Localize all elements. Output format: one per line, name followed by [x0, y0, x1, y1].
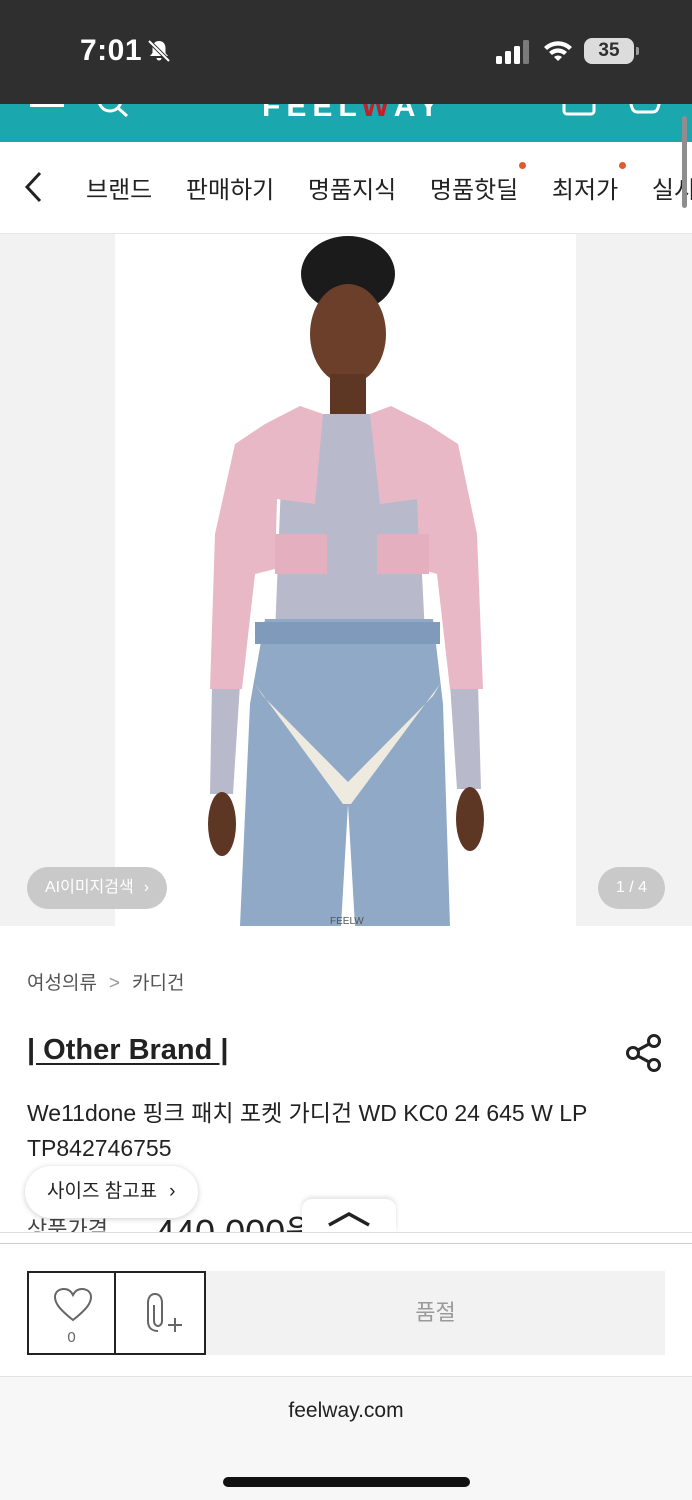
model-illustration: FEELW — [208, 236, 484, 926]
bell-slash-icon — [147, 39, 171, 63]
paperclip-plus-icon — [147, 1292, 182, 1332]
category-item-brand[interactable]: 브랜드 — [86, 170, 152, 205]
category-item-sell[interactable]: 판매하기 — [186, 170, 274, 205]
category-item-lowest-price[interactable]: 최저가 — [552, 162, 627, 205]
product-photo[interactable]: FEELW — [115, 234, 576, 926]
browser-toolbar: feelway.com — [0, 1376, 692, 1500]
ai-image-search-button[interactable]: AI이미지검색 › — [27, 867, 168, 909]
menu-icon[interactable] — [30, 104, 66, 118]
soldout-button[interactable]: 품절 — [206, 1271, 665, 1355]
breadcrumb-item[interactable]: 여성의류 — [27, 973, 97, 994]
status-bar: 7:01 35 — [0, 0, 692, 104]
signal-icon — [496, 40, 529, 64]
breadcrumb: 여성의류 > 카디건 — [27, 968, 184, 995]
image-counter: 1 / 4 — [598, 867, 665, 909]
status-time: 7:01 — [80, 34, 143, 67]
product-title: We11done 핑크 패치 포켓 가디건 WD KC0 24 645 W LP… — [27, 1100, 587, 1161]
category-list: 브랜드 판매하기 명품지식 명품핫딜 최저가 실시간 — [86, 162, 692, 205]
like-button[interactable]: 0 — [27, 1271, 116, 1355]
category-item-knowledge[interactable]: 명품지식 — [308, 170, 396, 205]
wifi-icon — [544, 41, 572, 61]
category-nav: 브랜드 판매하기 명품지식 명품핫딜 최저가 실시간 — [0, 142, 692, 234]
new-dot — [619, 162, 627, 169]
expand-toggle-button[interactable] — [302, 1199, 396, 1233]
back-chevron-icon[interactable] — [22, 170, 46, 204]
watermark: FEELW — [330, 916, 364, 926]
chevron-right-icon: › — [143, 879, 150, 896]
chevron-up-icon — [328, 1212, 370, 1227]
share-icon[interactable] — [624, 1033, 664, 1073]
app-header: FEELWAY — [0, 104, 692, 142]
product-image-carousel[interactable]: FEELW AI이미지검색 › 1 / 4 — [0, 234, 692, 926]
add-to-wishlist-button[interactable] — [114, 1271, 206, 1355]
heart-icon — [53, 1287, 93, 1322]
new-dot — [519, 162, 527, 169]
scrollbar[interactable] — [682, 116, 687, 208]
chevron-right-icon: > — [108, 973, 121, 994]
breadcrumb-item[interactable]: 카디건 — [132, 973, 184, 994]
brand-link[interactable]: | Other Brand | — [27, 1034, 229, 1067]
divider — [0, 1243, 692, 1244]
url-field[interactable]: feelway.com — [0, 1399, 692, 1423]
home-indicator[interactable] — [223, 1477, 470, 1487]
size-chart-button[interactable]: 사이즈 참고표 › — [25, 1166, 198, 1218]
battery-icon: 35 — [584, 38, 639, 64]
bottom-action-bar: 0 품절 — [0, 1232, 692, 1376]
category-item-hotdeal[interactable]: 명품핫딜 — [430, 162, 527, 205]
chevron-right-icon: › — [169, 1181, 176, 1202]
notification-icon[interactable] — [626, 104, 664, 118]
search-icon[interactable] — [96, 104, 130, 120]
feelway-logo[interactable]: FEELWAY — [262, 104, 445, 124]
like-count: 0 — [67, 1329, 76, 1346]
bag-icon[interactable] — [562, 104, 596, 118]
